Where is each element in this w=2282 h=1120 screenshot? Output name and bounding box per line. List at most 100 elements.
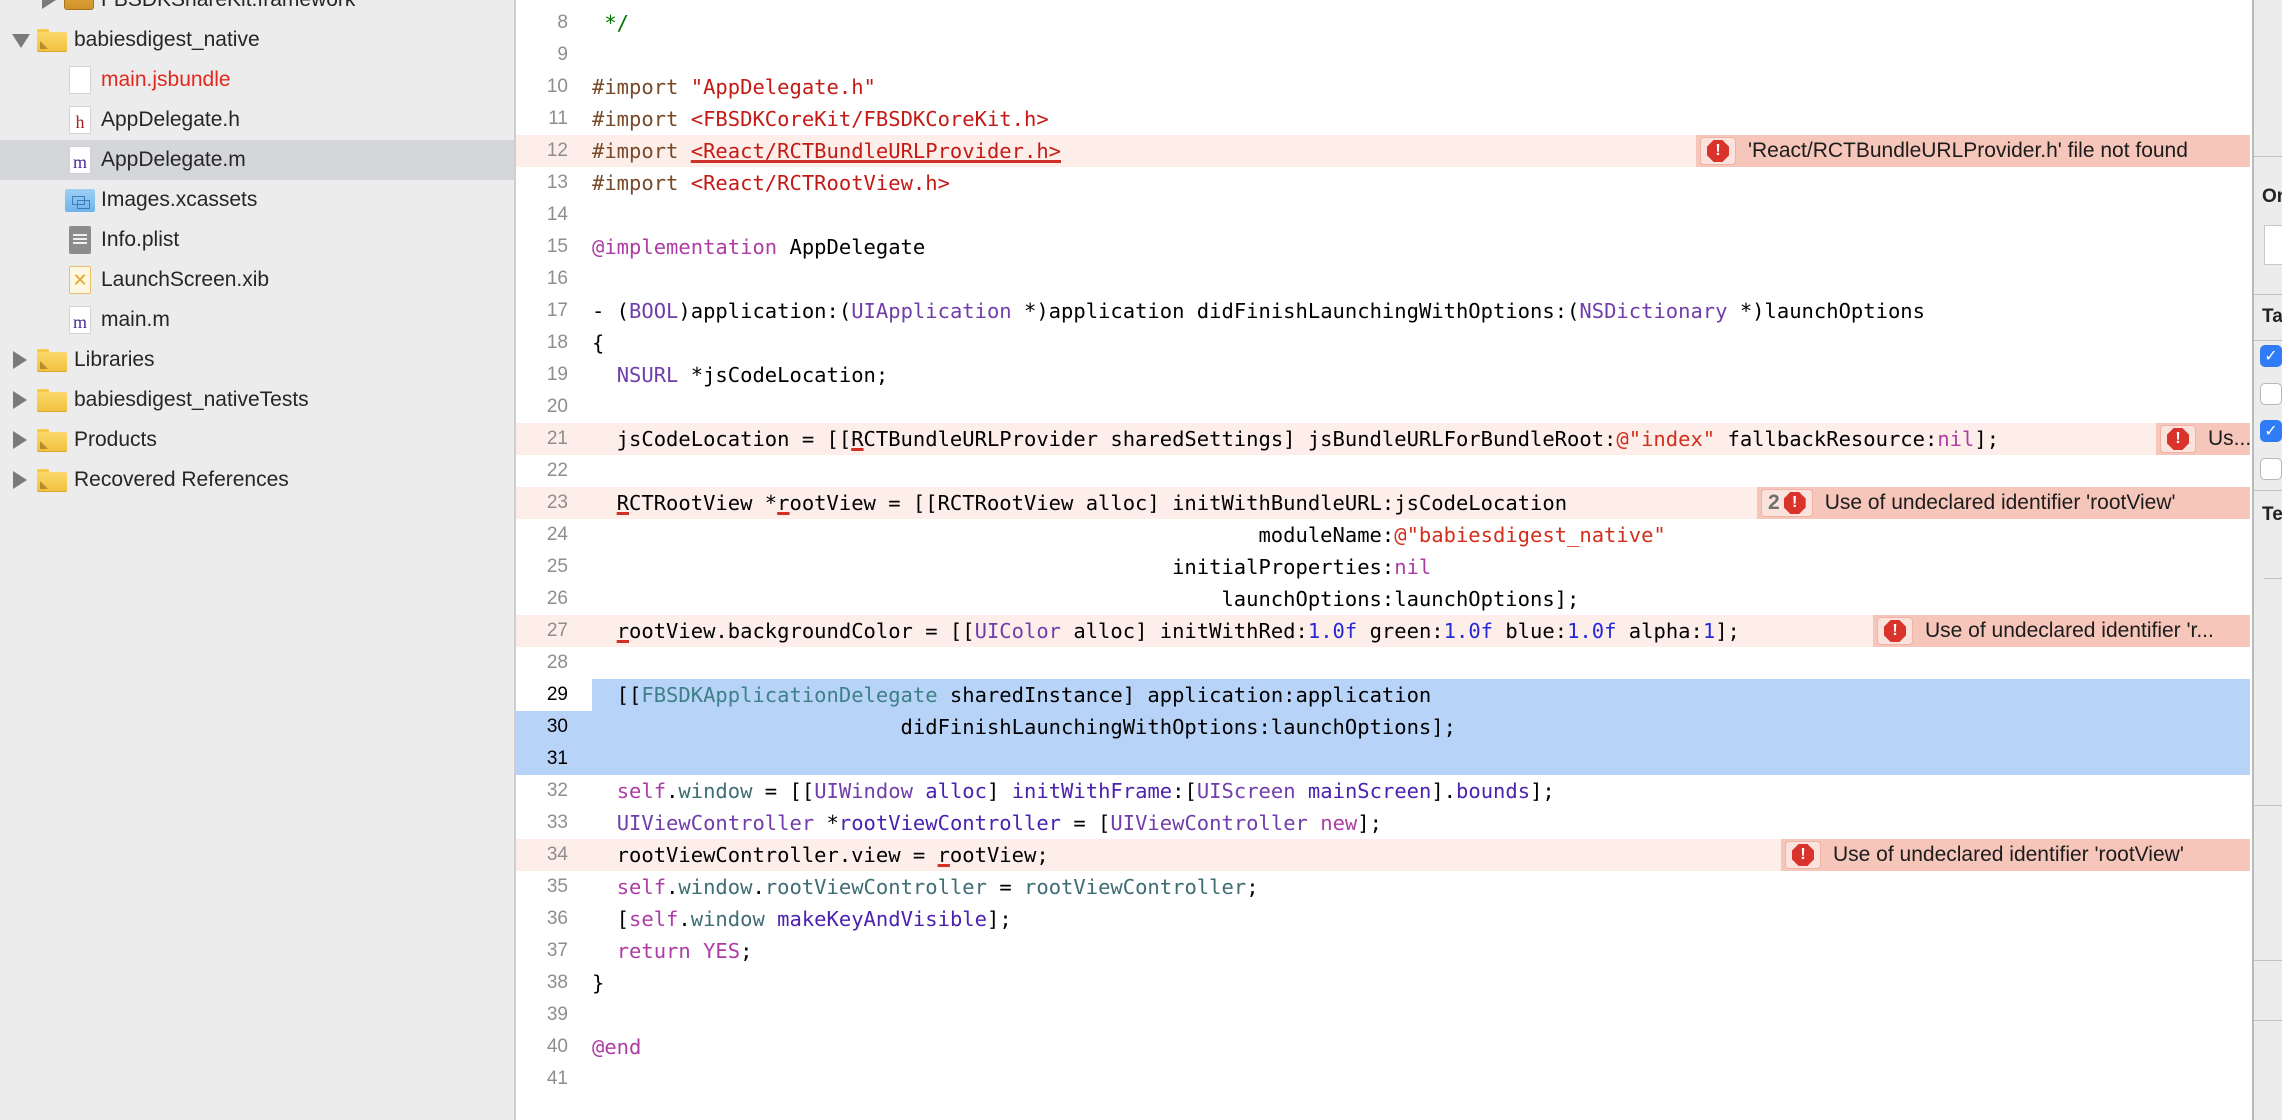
code-line[interactable]: 11 #import <FBSDKCoreKit/FBSDKCoreKit.h> [516, 103, 2250, 135]
disclosure-collapsed-icon[interactable] [42, 0, 56, 9]
code-line[interactable]: 9 [516, 39, 2250, 71]
code-line[interactable]: 28 [516, 647, 2250, 679]
nav-file-images-xcassets[interactable]: Images.xcassets [0, 180, 514, 220]
code-line[interactable]: 10 #import "AppDelegate.h" [516, 71, 2250, 103]
code-line[interactable]: 40 @end [516, 1031, 2250, 1063]
code-line[interactable]: 21 jsCodeLocation = [[RCTBundleURLProvid… [516, 423, 2251, 455]
line-number: 19 [546, 364, 568, 385]
disclosure-collapsed-icon[interactable] [13, 351, 27, 369]
code-line[interactable]: 26 launchOptions:launchOptions]; [516, 583, 2250, 615]
code-line[interactable]: 41 [516, 1063, 2250, 1095]
code-line[interactable]: 27 rootView.backgroundColor = [[UIColor … [516, 615, 2250, 647]
code-line[interactable]: 17 - (BOOL)application:(UIApplication *)a… [516, 295, 2250, 327]
nav-item-label: main.m [101, 308, 170, 331]
code-line[interactable]: 15 @implementation AppDelegate [516, 231, 2250, 263]
code-line[interactable]: 16 [516, 263, 2250, 295]
nav-group-recovered-references[interactable]: Recovered References [0, 460, 514, 500]
disclosure-collapsed-icon[interactable] [13, 431, 27, 449]
nav-item-fbsdksharekit-framework[interactable]: FBSDKShareKit.framework [0, 0, 514, 20]
nav-file-appdelegate-m[interactable]: m AppDelegate.m [0, 140, 514, 180]
inspector-text-field[interactable] [2264, 225, 2282, 265]
project-navigator: FBSDKShareKit.framework babiesdigest_nat… [0, 0, 516, 1120]
code-line[interactable]: 19 NSURL *jsCodeLocation; [516, 359, 2250, 391]
line-code: didFinishLaunchingWithOptions:launchOpti… [592, 715, 1456, 739]
line-number: 31 [546, 748, 568, 769]
error-badge[interactable]: ! [1877, 617, 1913, 645]
error-icon: ! [1783, 492, 1806, 514]
line-code: self.window.rootViewController = rootVie… [616, 875, 1259, 899]
blank-file-icon [69, 66, 91, 94]
error-icon: ! [1884, 620, 1906, 642]
inspector-divider [2254, 294, 2282, 295]
target-membership-checkbox[interactable] [2260, 458, 2282, 480]
code-line[interactable]: 30 didFinishLaunchingWithOptions:launchO… [516, 711, 2250, 743]
line-number: 38 [546, 972, 568, 993]
line-code: moduleName:@"babiesdigest_native" [592, 523, 1666, 547]
code-line[interactable]: 33 UIViewController *rootViewController … [516, 807, 2250, 839]
code-line[interactable]: 8 */ [516, 7, 2250, 39]
nav-file-launchscreen-xib[interactable]: ✕ LaunchScreen.xib [0, 260, 514, 300]
nav-group-products[interactable]: Products [0, 420, 514, 460]
error-badge[interactable]: ! [1785, 841, 1821, 869]
target-membership-checkbox[interactable] [2260, 383, 2282, 405]
inspector-section-title: On [2262, 186, 2282, 207]
code-line[interactable]: 35 self.window.rootViewController = root… [516, 871, 2250, 903]
line-number: 37 [546, 940, 568, 961]
line-number: 29 [546, 684, 568, 705]
disclosure-expanded-icon[interactable] [12, 34, 30, 48]
code-line[interactable]: 34 rootViewController.view = rootView;! U… [516, 839, 2250, 871]
code-line[interactable]: 31 [516, 743, 2250, 775]
inspector-divider [2254, 340, 2282, 341]
error-annotation[interactable]: ! Use of undeclared identifier 'r... [1873, 615, 2250, 647]
nav-file-main-jsbundle[interactable]: main.jsbundle [0, 60, 514, 100]
line-code: @implementation AppDelegate [592, 235, 926, 259]
code-line[interactable]: 14 [516, 199, 2250, 231]
code-line[interactable]: 38} [516, 967, 2250, 999]
nav-item-label: babiesdigest_native [74, 28, 260, 51]
code-line[interactable]: 12 #import <React/RCTBundleURLProvider.h>… [516, 135, 2250, 167]
code-line[interactable]: 20 [516, 391, 2250, 423]
line-code: [self.window makeKeyAndVisible]; [592, 907, 1012, 931]
error-annotation[interactable]: ! Use of undeclared identifier 'rootView' [1781, 839, 2250, 871]
nav-group-babiesdigest-native[interactable]: babiesdigest_native [0, 20, 514, 60]
code-line[interactable]: 24 moduleName:@"babiesdigest_native" [516, 519, 2250, 551]
error-badge[interactable]: ! [1700, 137, 1736, 165]
code-line[interactable]: 25 initialProperties:nil [516, 551, 2250, 583]
error-count: 2 [1768, 491, 1780, 514]
error-annotation[interactable]: ! Us... [2156, 423, 2251, 455]
nav-item-label: Recovered References [74, 468, 289, 491]
line-number: 14 [546, 204, 568, 225]
error-badge[interactable]: 2! [1761, 489, 1813, 517]
line-code: jsCodeLocation = [[RCTBundleURLProvider … [592, 427, 2000, 451]
code-line[interactable]: 22 [516, 455, 2250, 487]
nav-file-main-m[interactable]: m main.m [0, 300, 514, 340]
line-number: 27 [546, 620, 568, 641]
nav-item-label: AppDelegate.m [101, 148, 246, 171]
nav-group-babiesdigest-nativetests[interactable]: babiesdigest_nativeTests [0, 380, 514, 420]
nav-group-libraries[interactable]: Libraries [0, 340, 514, 380]
nav-file-appdelegate-h[interactable]: h AppDelegate.h [0, 100, 514, 140]
code-line[interactable]: 29 [[FBSDKApplicationDelegate sharedInst… [547, 679, 2250, 711]
code-line[interactable]: 39 [516, 999, 2250, 1031]
disclosure-collapsed-icon[interactable] [13, 471, 27, 489]
line-code: RCTRootView *rootView = [[RCTRootView al… [616, 491, 1568, 515]
nav-item-label: Info.plist [101, 228, 180, 251]
code-line[interactable]: 37 return YES; [516, 935, 2250, 967]
error-badge[interactable]: ! [2160, 425, 2196, 453]
nav-file-info-plist[interactable]: Info.plist [0, 220, 514, 260]
folder-icon [37, 469, 67, 492]
m-file-icon: m [69, 146, 91, 174]
disclosure-collapsed-icon[interactable] [13, 391, 27, 409]
target-membership-checkbox[interactable]: ✓ [2260, 420, 2282, 442]
line-number: 10 [546, 76, 568, 97]
code-line[interactable]: 23 RCTRootView *rootView = [[RCTRootView… [516, 487, 2250, 519]
code-line[interactable]: 36 [self.window makeKeyAndVisible]; [516, 903, 2250, 935]
code-line[interactable]: 18 { [516, 327, 2250, 359]
source-editor[interactable]: 8 */ 9 10 #import "AppDelegate.h" 11 #import … [516, 0, 2251, 1120]
line-code: rootView.backgroundColor = [[UIColor all… [616, 619, 1740, 643]
code-line[interactable]: 13 #import <React/RCTRootView.h> [516, 167, 2250, 199]
error-annotation[interactable]: ! 'React/RCTBundleURLProvider.h' file not… [1696, 135, 2250, 167]
code-line[interactable]: 32 self.window = [[UIWindow alloc] initW… [516, 775, 2250, 807]
target-membership-checkbox[interactable]: ✓ [2260, 345, 2282, 367]
error-annotation[interactable]: 2! Use of undeclared identifier 'rootView… [1757, 487, 2250, 519]
